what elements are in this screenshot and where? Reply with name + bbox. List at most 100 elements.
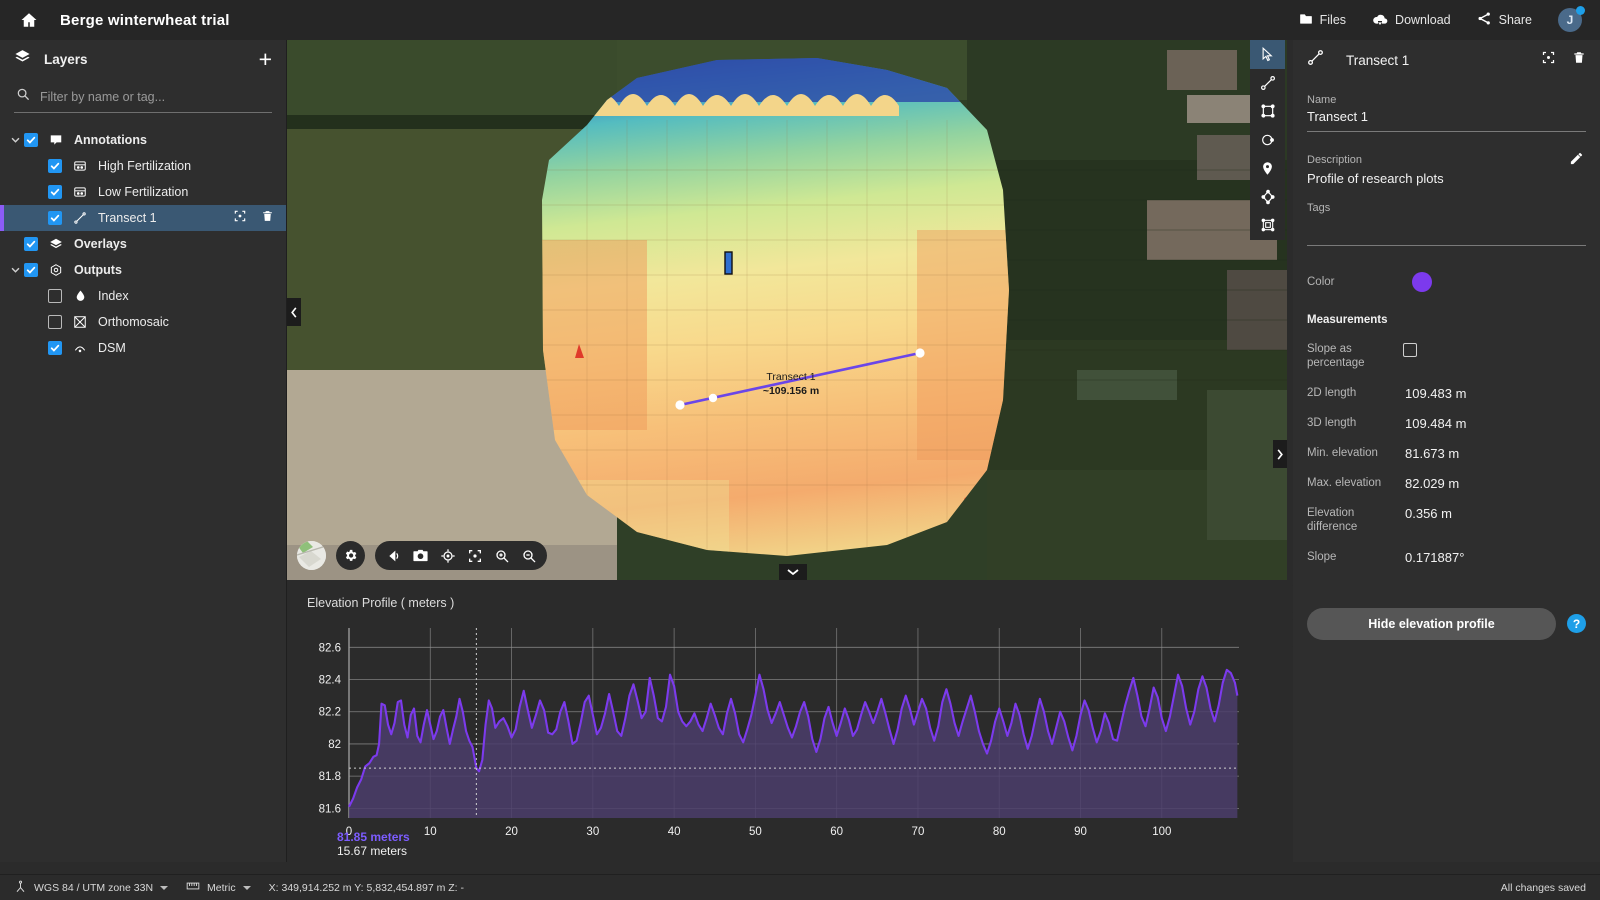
sidebar-item-label: Orthomosaic [98,315,169,329]
crs-icon [14,880,27,896]
zoom-out-icon[interactable] [515,541,542,570]
search-icon [16,87,30,106]
sidebar-item-outputs[interactable]: Outputs [0,257,286,283]
color-label: Color [1307,276,1335,288]
sidebar-item-label: Annotations [74,133,147,147]
sidebar-item-annotations[interactable]: Annotations [0,127,286,153]
chevron-down-icon[interactable] [6,135,24,145]
name-label: Name [1307,94,1337,106]
sidebar-item-label: Outputs [74,263,122,277]
color-swatch[interactable] [1412,272,1432,292]
measure-angle-icon[interactable] [380,541,407,570]
layer-checkbox[interactable] [48,341,62,355]
collapse-right-panel-button[interactable] [1273,440,1287,468]
tags-underline [1307,245,1586,246]
layer-checkbox[interactable] [48,289,62,303]
y-axis-tick-label: 81.6 [319,803,341,815]
minimap[interactable] [297,541,326,570]
chart-title: Elevation Profile ( meters ) [307,596,455,610]
chevron-down-icon[interactable] [6,265,24,275]
sidebar-item-orthomosaic[interactable]: Orthomosaic [0,309,286,335]
zoom-in-icon[interactable] [488,541,515,570]
map-settings-button[interactable] [336,541,365,570]
tags-label: Tags [1307,202,1331,214]
index-icon [69,289,91,303]
sidebar-item-label: High Fertilization [98,159,192,173]
trash-icon[interactable] [1572,50,1586,70]
page-title: Berge winterwheat trial [60,11,230,29]
download-button[interactable]: Download [1372,12,1451,29]
y-axis-tick-label: 81.8 [319,771,341,783]
sidebar-item-index[interactable]: Index [0,283,286,309]
detail-panel-title: Transect 1 [1346,52,1410,68]
focus-icon[interactable] [233,209,247,228]
files-label: Files [1319,13,1347,27]
marker-tool[interactable] [1250,154,1285,183]
crs-selector[interactable]: WGS 84 / UTM zone 33N [14,880,169,896]
fit-view-icon[interactable] [461,541,488,570]
sidebar-item-transect-1[interactable]: Transect 1 [0,205,286,231]
notification-dot [1576,6,1585,15]
volume-tool[interactable] [1250,211,1285,240]
save-status: All changes saved [1500,881,1586,894]
select-tool[interactable] [1250,40,1285,69]
recenter-target-icon[interactable] [434,541,461,570]
layer-checkbox[interactable] [24,237,38,251]
transect-tool[interactable] [1250,69,1285,98]
collapse-sidebar-button[interactable] [287,298,301,326]
measurement-row: 2D length 109.483 m [1307,386,1586,401]
avatar-initial: J [1566,13,1574,27]
collapse-profile-button[interactable] [779,564,807,580]
color-row: Color [1307,272,1586,292]
layers-icon [14,48,31,70]
home-icon[interactable] [12,3,46,37]
description-field[interactable]: Profile of research plots [1307,171,1586,186]
detail-panel-header: Transect 1 [1293,40,1600,80]
tags-field[interactable] [1307,217,1586,233]
search-input[interactable] [40,89,270,104]
sidebar-item-overlays[interactable]: Overlays [0,231,286,257]
sidebar-item-low-fertilization[interactable]: Low Fertilization [0,179,286,205]
download-label: Download [1395,13,1451,27]
sidebar-item-high-fertilization[interactable]: High Fertilization [0,153,286,179]
pencil-icon[interactable] [1569,151,1584,171]
layer-checkbox[interactable] [48,211,62,225]
sidebar-item-dsm[interactable]: DSM [0,335,286,361]
help-icon[interactable]: ? [1567,614,1586,633]
polygon-tool[interactable] [1250,183,1285,212]
camera-snapshot-icon[interactable] [407,541,434,570]
slope-as-percentage-checkbox[interactable] [1403,343,1417,357]
hide-elevation-profile-button[interactable]: Hide elevation profile [1307,607,1556,640]
layer-search[interactable] [14,82,272,113]
layer-checkbox[interactable] [48,159,62,173]
transect-icon [1307,49,1324,71]
measurement-row: Min. elevation 81.673 m [1307,446,1586,461]
layer-checkbox[interactable] [48,185,62,199]
units-selector[interactable]: Metric [186,880,251,895]
circle-tool[interactable] [1250,126,1285,155]
files-button[interactable]: Files [1299,12,1346,29]
layer-row-actions [233,209,286,228]
focus-icon[interactable] [1541,50,1556,70]
map-viewport[interactable]: Transect 1 ~109.156 m [287,40,1287,580]
measurement-value: 81.673 m [1405,445,1460,461]
add-layer-button[interactable]: + [259,47,272,71]
layer-checkbox[interactable] [24,263,38,277]
avatar[interactable]: J [1558,6,1585,32]
chart-area[interactable]: 81.6 81.8 82 82.2 82.4 82.6 0 10 20 30 40 50 60 70 80 9… [299,618,1287,853]
elevation-profile-chart[interactable]: 81.681.88282.282.482.60 10 20 30 40 50 60 70 80 9… [299,618,1259,848]
transect-icon [69,211,91,225]
layer-checkbox[interactable] [24,133,38,147]
layer-checkbox[interactable] [48,315,62,329]
sidebar-item-label: Index [98,289,129,303]
name-field[interactable]: Transect 1 [1307,109,1586,124]
sidebar-item-label: Overlays [74,237,127,251]
trash-icon[interactable] [261,209,274,228]
elevation-profile-pane: Elevation Profile ( meters ) 81.6 81.8 82 8… [287,580,1287,862]
x-axis-tick-label: 70 [912,826,925,838]
transect-map-label: Transect 1 [766,371,816,383]
rectangle-tool[interactable] [1250,97,1285,126]
aerial-basemap [287,40,1287,580]
measurement-value: 0.356 m [1405,505,1452,521]
share-button[interactable]: Share [1477,11,1532,29]
